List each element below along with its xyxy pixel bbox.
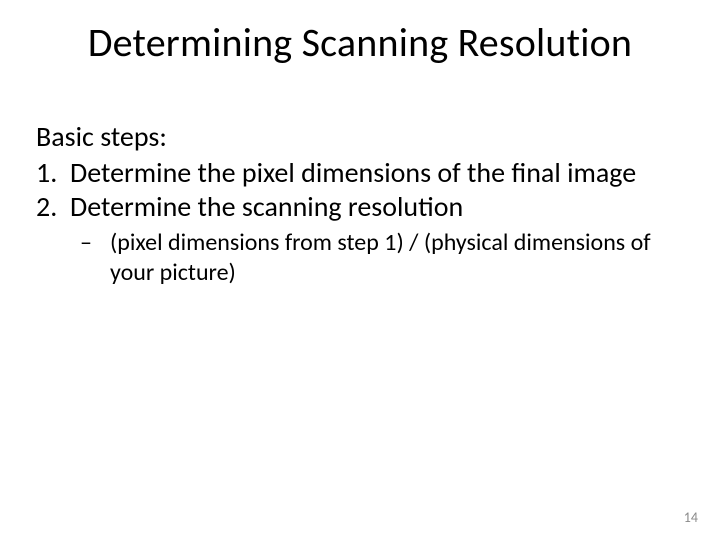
- numbered-list: 1. Determine the pixel dimensions of the…: [36, 156, 672, 224]
- list-number: 2.: [36, 190, 70, 224]
- slide-title: Determining Scanning Resolution: [0, 18, 720, 67]
- sub-item: – (pixel dimensions from step 1) / (phys…: [80, 228, 672, 288]
- list-number: 1.: [36, 156, 70, 190]
- list-item: 2. Determine the scanning resolution: [36, 190, 672, 224]
- intro-text: Basic steps:: [36, 120, 672, 154]
- sub-list: – (pixel dimensions from step 1) / (phys…: [36, 228, 672, 288]
- page-number: 14: [684, 509, 698, 526]
- dash-bullet: –: [80, 228, 110, 258]
- list-text: Determine the scanning resolution: [70, 190, 672, 224]
- list-item: 1. Determine the pixel dimensions of the…: [36, 156, 672, 190]
- slide: Determining Scanning Resolution Basic st…: [0, 0, 720, 540]
- sub-text: (pixel dimensions from step 1) / (physic…: [110, 228, 672, 288]
- list-text: Determine the pixel dimensions of the fi…: [70, 156, 672, 190]
- slide-body: Basic steps: 1. Determine the pixel dime…: [36, 120, 672, 288]
